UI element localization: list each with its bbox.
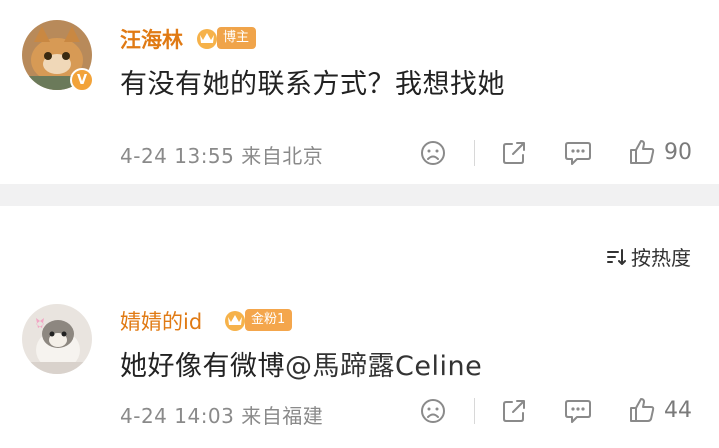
user-badge[interactable]: 博主 xyxy=(194,26,257,50)
comment-card: V 汪海林 博主 有没有她的联系方式？我想找她 4-24 13:55 来自北京 xyxy=(0,0,719,184)
reply-button[interactable] xyxy=(564,398,592,424)
sad-face-icon xyxy=(421,141,445,165)
comment-card: 按热度 婧婧的id 金粉1 她好像有微博@馬蹄露Celine 4-24 14:0… xyxy=(0,206,719,448)
dislike-button[interactable] xyxy=(420,398,446,424)
divider xyxy=(474,140,475,166)
user-badge[interactable]: 金粉1 xyxy=(222,308,293,332)
like-button[interactable]: 44 xyxy=(628,396,692,424)
username[interactable]: 汪海林 xyxy=(120,24,183,54)
like-button[interactable]: 90 xyxy=(628,138,692,166)
comment-text: 有没有她的联系方式？我想找她 xyxy=(120,69,505,100)
like-count: 90 xyxy=(664,139,692,165)
sort-toggle[interactable]: 按热度 xyxy=(605,242,691,271)
comment-text-body: 她好像有微博 xyxy=(120,351,285,382)
verified-badge: V xyxy=(70,68,94,92)
comment-text: 她好像有微博@馬蹄露Celine xyxy=(120,344,482,383)
username[interactable]: 婧婧的id xyxy=(120,306,202,336)
repost-icon xyxy=(503,142,525,164)
divider xyxy=(474,398,475,424)
repost-button[interactable] xyxy=(501,140,527,166)
comment-icon xyxy=(565,142,591,165)
dislike-button[interactable] xyxy=(420,140,446,166)
comment-meta: 4-24 13:55 来自北京 xyxy=(120,144,324,168)
badge-label: 金粉1 xyxy=(245,309,293,331)
badge-label: 博主 xyxy=(217,27,257,49)
thumbs-up-icon xyxy=(630,140,655,164)
reply-button[interactable] xyxy=(564,140,592,166)
thumbs-up-icon xyxy=(630,398,655,422)
sort-icon xyxy=(607,248,626,265)
like-count: 44 xyxy=(664,397,692,423)
comment-meta: 4-24 14:03 来自福建 xyxy=(120,404,324,428)
mention-link[interactable]: @馬蹄露Celine xyxy=(285,351,482,382)
sad-face-icon xyxy=(421,399,445,423)
avatar[interactable] xyxy=(22,304,92,374)
comment-icon xyxy=(565,400,591,423)
repost-button[interactable] xyxy=(501,398,527,424)
sort-label: 按热度 xyxy=(631,246,691,270)
verified-mark: V xyxy=(76,72,88,88)
repost-icon xyxy=(503,400,525,422)
